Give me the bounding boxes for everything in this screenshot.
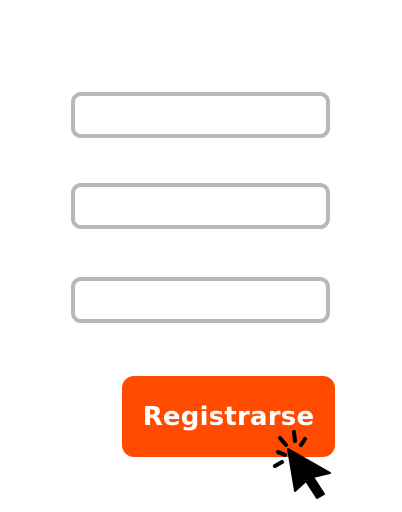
registration-field-3[interactable] xyxy=(71,277,330,323)
register-button[interactable]: Registrarse xyxy=(122,376,335,457)
registration-field-2[interactable] xyxy=(71,183,330,229)
registration-field-1[interactable] xyxy=(71,92,330,138)
